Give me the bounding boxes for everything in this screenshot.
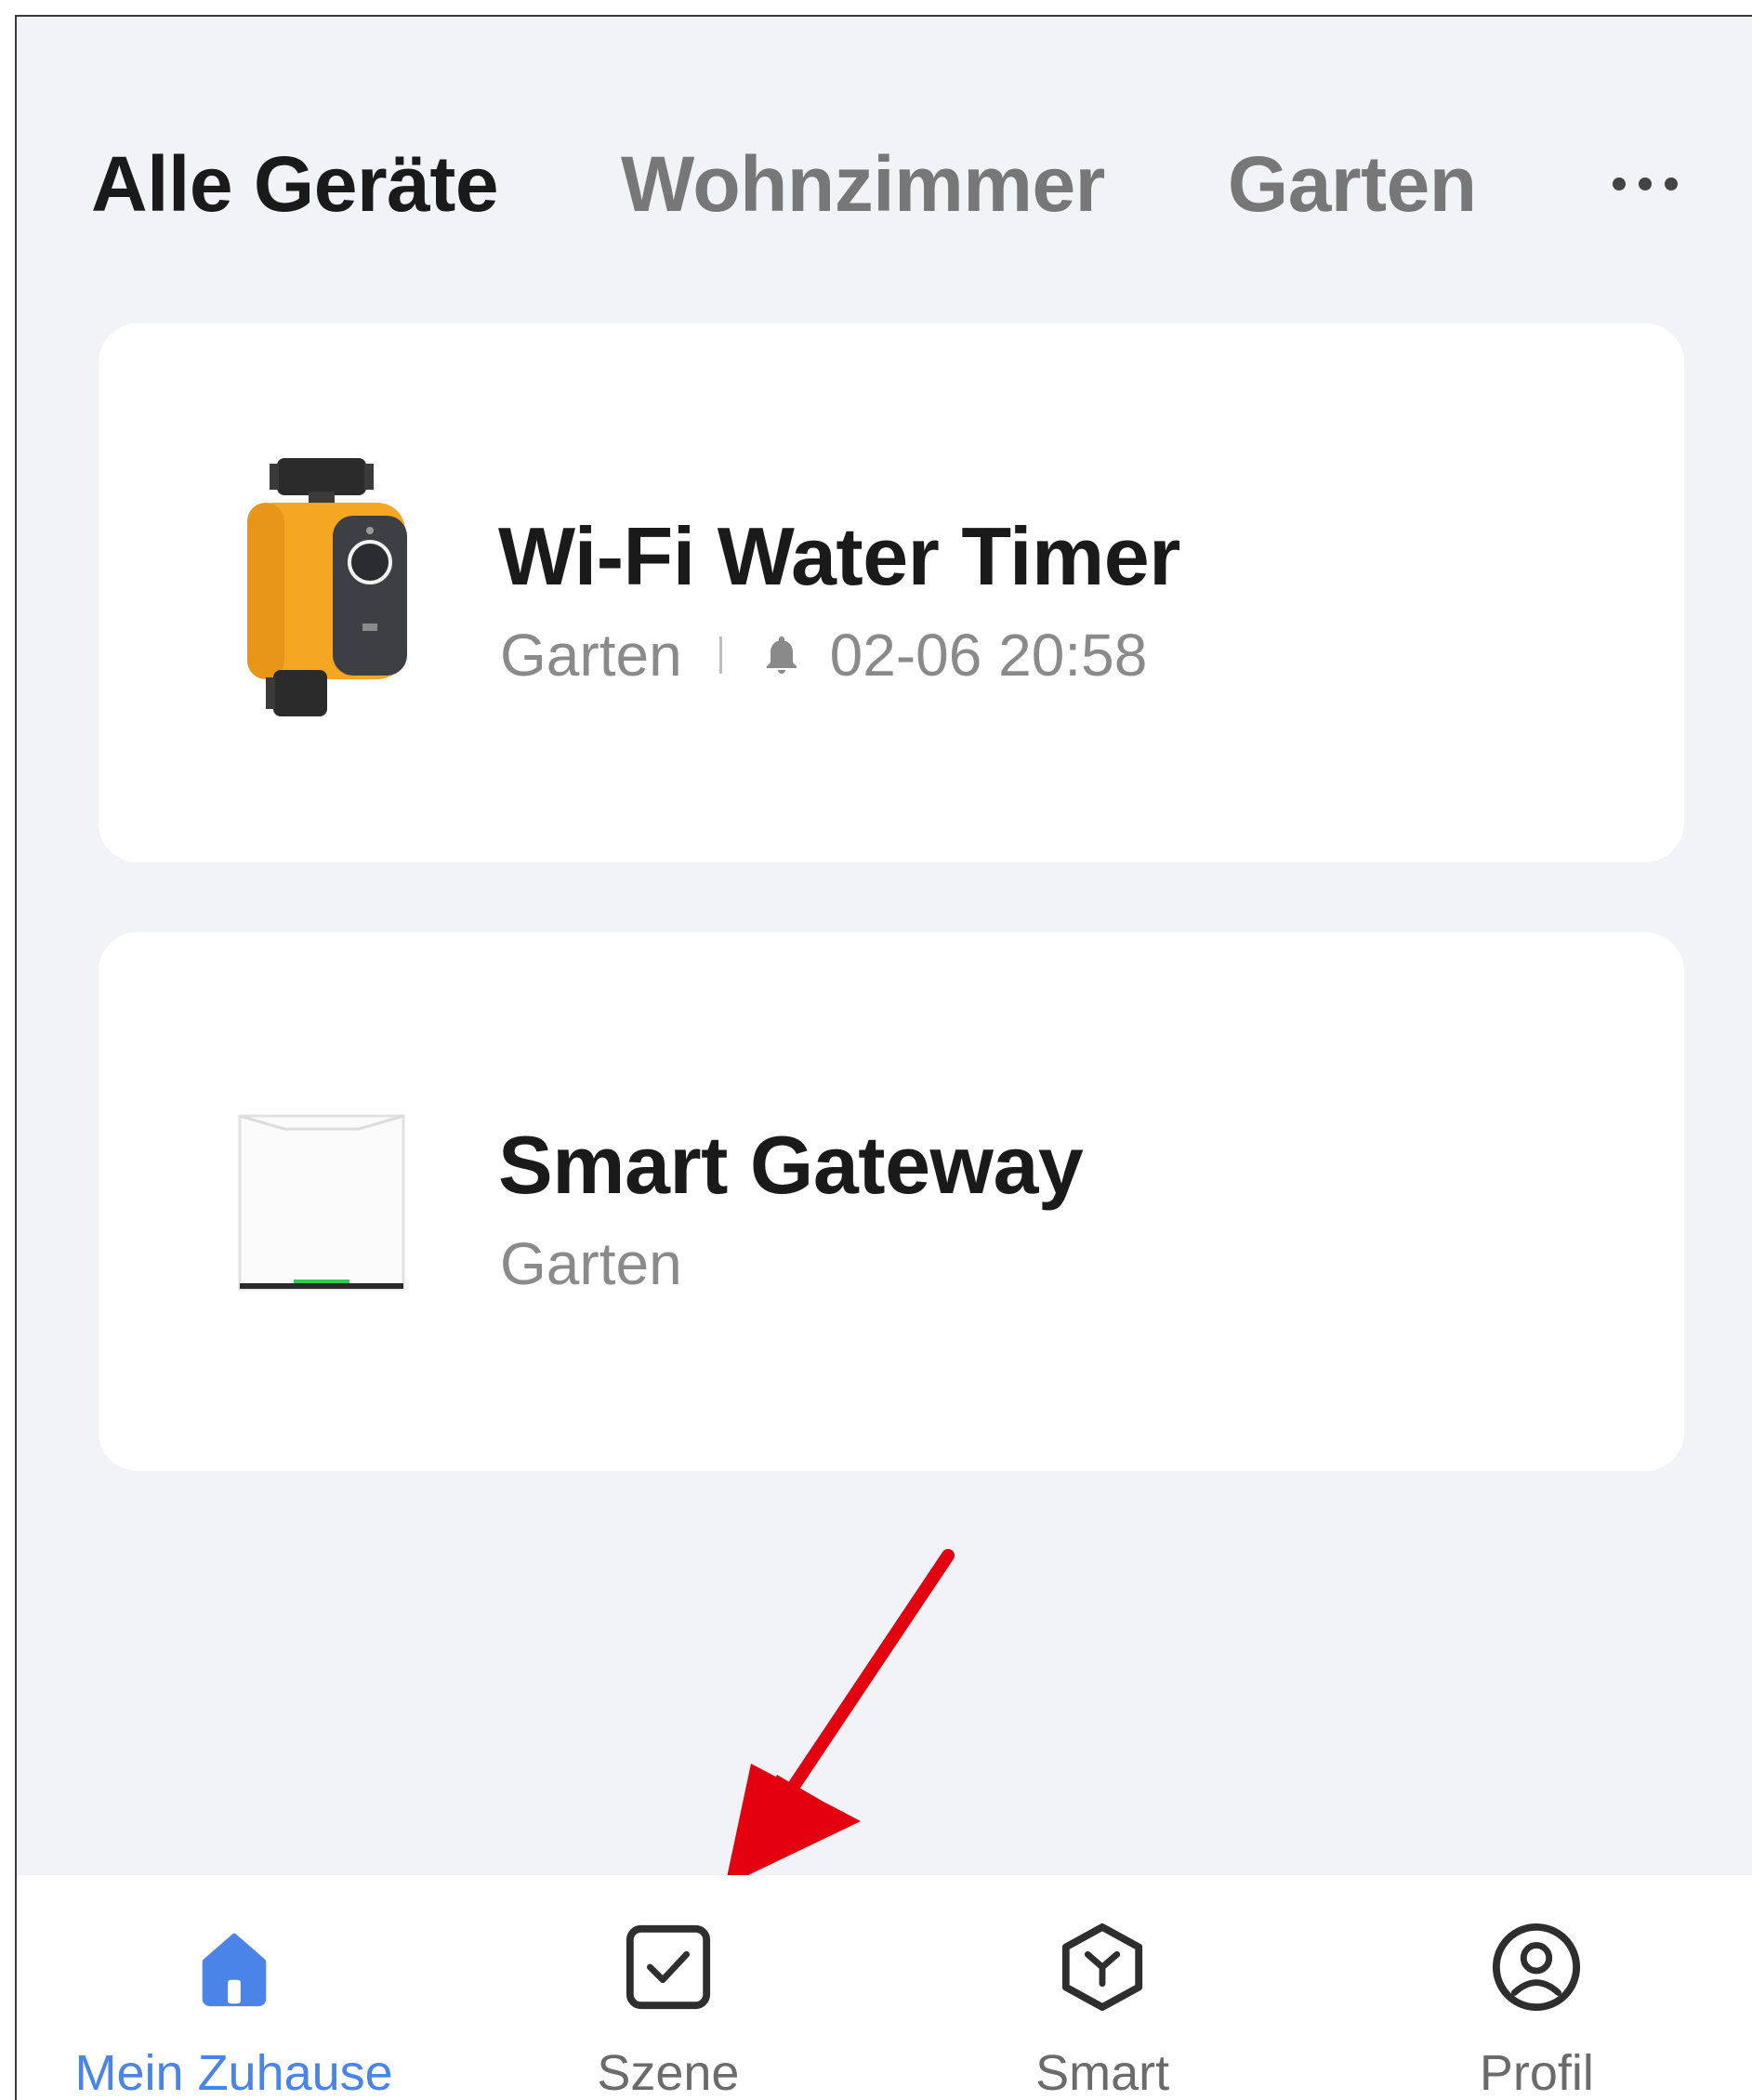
device-card-smart-gateway[interactable]: Smart Gateway Garten (99, 932, 1684, 1471)
tab-wohnzimmer[interactable]: Wohnzimmer (621, 139, 1105, 230)
bottom-nav: Mein Zuhause Szene Smart Profil (17, 1875, 1752, 2100)
bell-icon (766, 637, 797, 674)
nav-label: Szene (597, 2045, 740, 2100)
nav-item-smart[interactable]: Smart (886, 1875, 1320, 2100)
nav-item-szene[interactable]: Szene (451, 1875, 885, 2100)
nav-item-mein-zuhause[interactable]: Mein Zuhause (17, 1875, 451, 2100)
room-tabs: Alle Geräte Wohnzimmer Garten (91, 128, 1696, 240)
device-subtitle: Garten (500, 1229, 682, 1298)
tab-garten[interactable]: Garten (1228, 139, 1477, 230)
nav-item-profil[interactable]: Profil (1320, 1875, 1752, 2100)
device-card-water-timer[interactable]: Wi-Fi Water Timer Garten 02-06 20:58 (99, 323, 1684, 862)
alert-time: 02-06 20:58 (829, 622, 1148, 689)
nav-label: Profil (1479, 2045, 1594, 2100)
home-icon (202, 1933, 266, 2007)
gateway-image (238, 1114, 405, 1291)
device-name: Smart Gateway (498, 1119, 1084, 1211)
device-name: Wi-Fi Water Timer (498, 510, 1180, 602)
smart-cube-icon (1062, 1923, 1143, 2012)
device-room: Garten (500, 1230, 682, 1297)
device-room: Garten (500, 622, 682, 689)
nav-label: Mein Zuhause (74, 2045, 393, 2100)
more-horizontal-icon[interactable] (1594, 133, 1696, 235)
profile-icon (1493, 1923, 1581, 2012)
scene-checkbox-icon (626, 1924, 710, 2010)
device-subtitle: Garten 02-06 20:58 (500, 621, 1147, 689)
nav-label: Smart (1035, 2045, 1170, 2100)
water-timer-image (247, 458, 407, 716)
app-screen: Alle Geräte Wohnzimmer Garten Wi-Fi Wate… (15, 15, 1752, 2100)
tab-alle-geraete[interactable]: Alle Geräte (91, 139, 499, 230)
divider (718, 637, 722, 674)
